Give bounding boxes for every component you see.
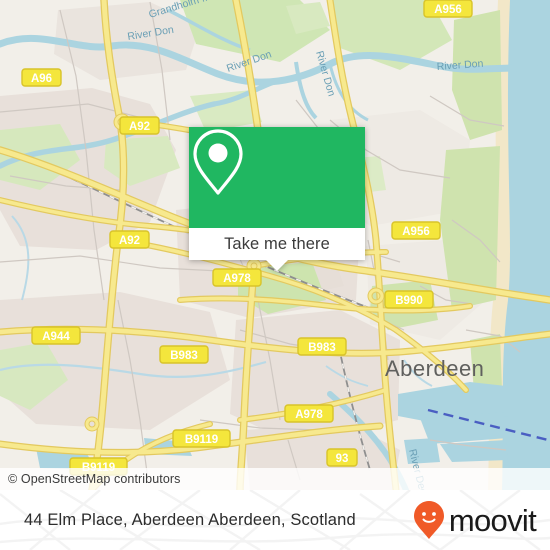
road-shield-label: A978 — [295, 409, 323, 421]
moovit-map-share-card: River DonGrandholm Mill LadeRiver DonRiv… — [0, 0, 550, 550]
map-city-label: Aberdeen — [385, 356, 484, 381]
road-shield-label: B983 — [308, 342, 336, 354]
address-label: 44 Elm Place, Aberdeen Aberdeen, Scotlan… — [24, 510, 356, 529]
road-shield-label: 93 — [336, 453, 349, 465]
road-shield: B990 — [384, 290, 434, 309]
popup-cta[interactable]: Take me there — [189, 228, 365, 260]
road-shield: A96 — [21, 68, 62, 87]
road-shield-label: A956 — [434, 4, 462, 16]
road-shield-label: B990 — [395, 295, 423, 307]
road-shield-label: B9119 — [185, 434, 218, 446]
road-shield: A92 — [109, 230, 150, 249]
map-pin-icon — [193, 129, 243, 195]
road-shield: A978 — [284, 404, 334, 423]
road-shield-label: B983 — [170, 350, 198, 362]
footer-bar: 44 Elm Place, Aberdeen Aberdeen, Scotlan… — [0, 490, 550, 550]
moovit-smiley-pin-icon — [413, 501, 444, 539]
moovit-wordmark: moovit — [448, 502, 537, 538]
road-shield: A978 — [212, 268, 262, 287]
road-shield-label: A956 — [402, 226, 430, 238]
road-shield-label: A92 — [119, 235, 140, 247]
road-shield: A92 — [119, 116, 160, 135]
attribution-text: © OpenStreetMap contributors — [8, 472, 181, 486]
address-text: 44 Elm Place, Aberdeen Aberdeen, Scotlan… — [24, 490, 356, 550]
road-shield: A944 — [31, 326, 81, 345]
moovit-brand[interactable]: moovit — [413, 490, 537, 550]
popup-header — [189, 127, 365, 228]
road-shield-label: A944 — [42, 331, 70, 343]
road-shield-label: A92 — [129, 121, 150, 133]
road-shield: 93 — [326, 448, 358, 467]
destination-popup-card[interactable]: Take me there — [189, 127, 365, 271]
road-shield-label: A96 — [31, 73, 52, 85]
map-attribution-bar: © OpenStreetMap contributors — [0, 468, 550, 490]
road-shield: B9119 — [172, 429, 231, 448]
popup-pointer-tail — [266, 260, 288, 271]
map-canvas[interactable]: River DonGrandholm Mill LadeRiver DonRiv… — [0, 0, 550, 490]
road-shield: B983 — [159, 345, 209, 364]
road-shield: B983 — [297, 337, 347, 356]
road-shield: A956 — [423, 0, 473, 18]
popup-cta-label: Take me there — [224, 234, 330, 253]
road-shield-label: A978 — [223, 273, 251, 285]
road-shield: A956 — [391, 221, 441, 240]
